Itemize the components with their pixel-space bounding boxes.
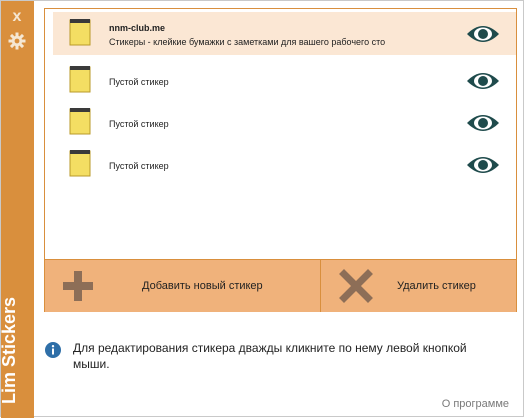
delete-sticker-button[interactable]: Удалить стикер [321,260,516,312]
about-link[interactable]: О программе [442,398,509,410]
note-item[interactable]: nnm-club.me Стикеры - клейкие бумажки с … [53,12,516,55]
add-sticker-label: Добавить новый стикер [142,280,263,292]
note-item[interactable]: Пустой стикер [53,101,516,144]
note-item[interactable]: Пустой стикер [53,143,516,186]
note-text: Стикеры - клейкие бумажки с заметками дл… [109,37,386,47]
sticky-note-icon [69,150,91,177]
eye-icon[interactable] [466,155,500,175]
note-item[interactable]: Пустой стикер [53,59,516,102]
eye-icon[interactable] [466,113,500,133]
close-button[interactable]: x [10,8,24,25]
gear-icon [8,32,26,50]
notes-panel: nnm-club.me Стикеры - клейкие бумажки с … [44,8,517,312]
eye-icon[interactable] [466,71,500,91]
notes-list: nnm-club.me Стикеры - клейкие бумажки с … [45,9,516,259]
sticky-note-icon [69,19,91,46]
note-text: Пустой стикер [109,77,169,87]
x-icon [339,269,373,303]
sidebar: x Lim Stickers [0,1,34,418]
note-title: nnm-club.me [109,23,166,33]
delete-sticker-label: Удалить стикер [397,280,476,292]
plus-icon [63,271,93,301]
sticky-note-icon [69,108,91,135]
action-bar: Добавить новый стикер Удалить стикер [45,259,516,312]
eye-icon[interactable] [466,24,500,44]
note-text: Пустой стикер [109,161,169,171]
app-window: x Lim Stickers nnm-club.me Стикеры - кле… [0,0,524,418]
app-title: Lim Stickers [0,296,19,404]
info-message: Для редактирования стикера дважды кликни… [73,341,467,371]
info-icon [45,342,61,358]
settings-button[interactable] [8,32,26,50]
sticky-note-icon [69,66,91,93]
note-text: Пустой стикер [109,119,169,129]
add-sticker-button[interactable]: Добавить новый стикер [45,260,321,312]
close-icon: x [12,8,22,25]
